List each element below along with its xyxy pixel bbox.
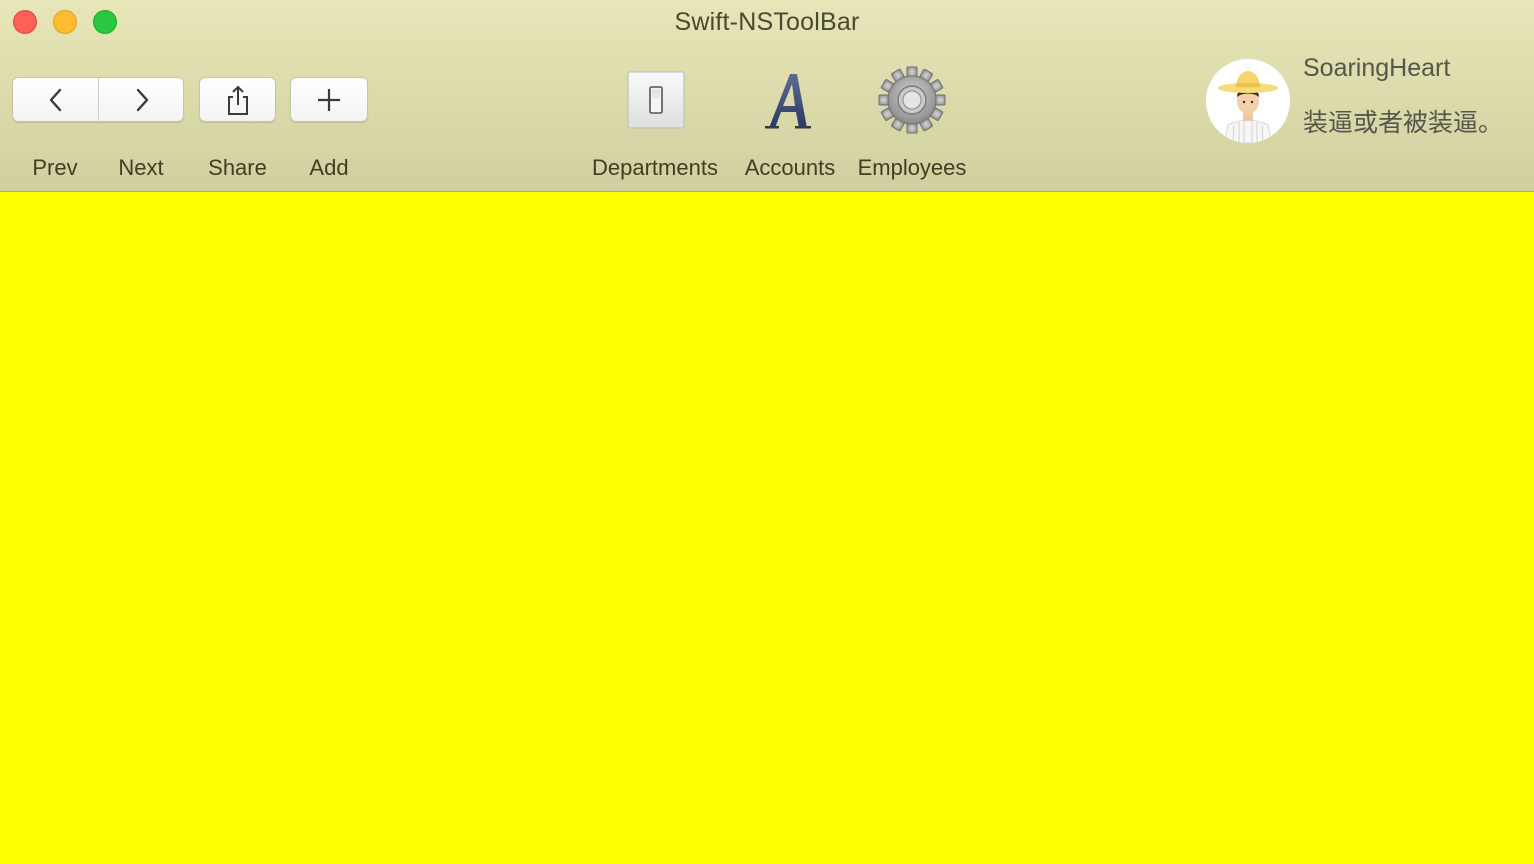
chevron-left-icon <box>49 88 61 111</box>
departments-toolbar-item[interactable] <box>621 66 691 136</box>
user-motto: 装逼或者被装逼。 <box>1303 109 1504 137</box>
departments-label[interactable]: Departments <box>580 155 730 181</box>
prev-button[interactable] <box>13 78 99 121</box>
gear-icon <box>878 66 946 134</box>
add-button[interactable] <box>290 77 368 122</box>
user-avatar[interactable] <box>1206 59 1290 143</box>
share-icon <box>227 85 248 115</box>
accounts-label[interactable]: Accounts <box>735 155 845 181</box>
prev-next-segmented-control <box>12 77 184 122</box>
next-button[interactable] <box>99 78 184 121</box>
light-switch-icon <box>627 71 685 129</box>
chevron-right-icon <box>136 88 148 111</box>
font-a-icon <box>765 74 811 129</box>
employees-toolbar-item[interactable] <box>877 66 947 136</box>
user-name: SoaringHeart <box>1303 54 1451 82</box>
app-window: Swift-NSToolBar Prev Next Share Add Depa… <box>0 0 1534 864</box>
share-button[interactable] <box>199 77 276 122</box>
accounts-toolbar-item[interactable] <box>755 66 825 136</box>
main-content-area <box>0 192 1534 864</box>
window-title: Swift-NSToolBar <box>674 8 860 36</box>
employees-label[interactable]: Employees <box>850 155 974 181</box>
add-label[interactable]: Add <box>290 155 368 181</box>
next-label[interactable]: Next <box>98 155 184 181</box>
unified-titlebar-toolbar: Swift-NSToolBar Prev Next Share Add Depa… <box>0 0 1534 192</box>
prev-label[interactable]: Prev <box>12 155 98 181</box>
share-label[interactable]: Share <box>199 155 276 181</box>
plus-icon <box>318 88 340 111</box>
avatar-straw-hat-icon <box>1206 59 1290 143</box>
